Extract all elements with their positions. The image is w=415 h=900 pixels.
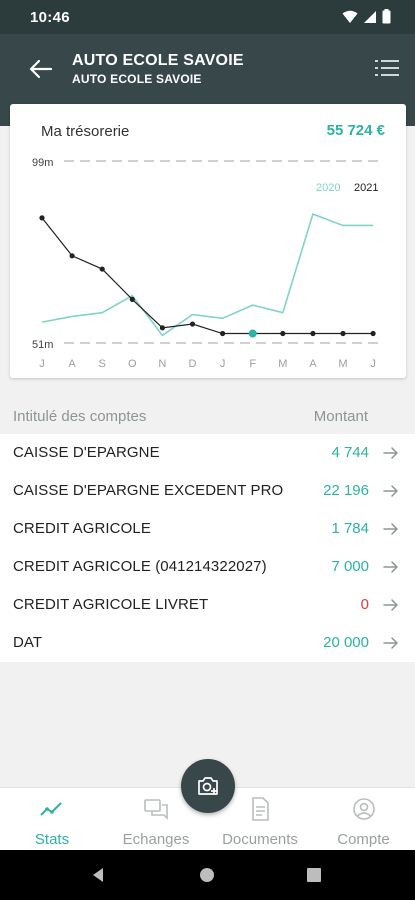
wifi-icon — [342, 10, 358, 23]
y-tick-label-min: 51m — [32, 339, 53, 351]
account-icon — [352, 798, 375, 820]
page-subtitle: AUTO ECOLE SAVOIE — [72, 72, 202, 86]
series-line-2020 — [41, 213, 374, 337]
data-point — [99, 266, 105, 272]
data-point — [280, 330, 286, 337]
account-amount: 7 000 — [331, 558, 369, 575]
app-header: AUTO ECOLE SAVOIE AUTO ECOLE SAVOIE — [0, 34, 415, 104]
x-tick-label: M — [278, 358, 287, 370]
account-name: CAISSE D'EPARGNE — [13, 444, 160, 461]
chevron-right-icon — [383, 561, 398, 573]
data-point — [69, 253, 75, 259]
data-point — [340, 330, 346, 337]
account-name: CAISSE D'EPARGNE EXCEDENT PRO — [13, 482, 284, 499]
nav-label-stats: Stats — [34, 831, 70, 848]
signal-icon — [364, 10, 376, 23]
treasury-card[interactable]: Ma trésorerie 55 724 € 99m 51m J A S O N D J F M A M… — [10, 104, 406, 378]
page-title: AUTO ECOLE SAVOIE — [72, 52, 244, 69]
data-point — [159, 325, 165, 331]
chevron-right-icon — [383, 637, 398, 649]
document-icon — [252, 797, 269, 821]
treasury-chart[interactable]: 99m 51m J A S O N D J F M A M J 2020 2021 — [10, 104, 406, 378]
nav-item-stats[interactable]: Stats — [0, 788, 104, 851]
account-amount: 22 196 — [323, 482, 369, 499]
nav-label-compte: Compte — [337, 831, 390, 848]
x-tick-label: A — [68, 358, 76, 370]
camera-add-icon — [198, 777, 218, 795]
account-amount: 0 — [360, 596, 369, 613]
status-bar: 10:46 — [0, 0, 415, 34]
status-icons — [342, 9, 391, 24]
account-amount: 1 784 — [331, 520, 369, 537]
system-recents-icon[interactable] — [307, 868, 321, 882]
account-row[interactable]: CREDIT AGRICOLE 1 784 — [0, 510, 415, 548]
account-row[interactable]: CREDIT AGRICOLE LIVRET 0 — [0, 586, 415, 624]
chat-icon — [144, 799, 168, 820]
chevron-right-icon — [383, 599, 398, 611]
data-point — [220, 330, 226, 337]
system-home-icon[interactable] — [199, 867, 215, 883]
account-name: DAT — [13, 634, 43, 651]
account-row[interactable]: CAISSE D'EPARGNE 4 744 — [0, 434, 415, 472]
account-row[interactable]: DAT 20 000 — [0, 624, 415, 662]
x-tick-label: F — [249, 358, 256, 370]
legend-2021: 2021 — [354, 182, 378, 194]
x-tick-label: N — [158, 358, 166, 370]
data-point — [310, 330, 316, 337]
data-point — [370, 330, 376, 337]
back-arrow-icon[interactable] — [26, 54, 56, 84]
y-tick-label-max: 99m — [32, 157, 53, 169]
chevron-right-icon — [383, 447, 398, 459]
x-tick-label: J — [39, 358, 45, 370]
account-row[interactable]: CAISSE D'EPARGNE EXCEDENT PRO 22 196 — [0, 472, 415, 510]
account-name: CREDIT AGRICOLE (041214322027) — [13, 558, 267, 575]
accounts-header: Intitulé des comptes Montant — [0, 396, 415, 436]
x-tick-label: A — [309, 358, 317, 370]
chevron-right-icon — [383, 485, 398, 497]
account-name: CREDIT AGRICOLE LIVRET — [13, 596, 209, 613]
stats-icon — [40, 802, 62, 816]
x-tick-label: J — [220, 358, 226, 370]
data-point-highlight — [248, 329, 257, 338]
accounts-header-label: Intitulé des comptes — [13, 408, 147, 425]
x-tick-label: M — [338, 358, 347, 370]
camera-fab-button[interactable] — [181, 759, 235, 813]
nav-label-echanges: Echanges — [122, 831, 190, 848]
account-row[interactable]: CREDIT AGRICOLE (041214322027) 7 000 — [0, 548, 415, 586]
legend-2020: 2020 — [316, 182, 340, 194]
x-tick-label: S — [99, 358, 106, 370]
x-tick-label: O — [128, 358, 137, 370]
account-name: CREDIT AGRICOLE — [13, 520, 151, 537]
x-tick-label: J — [370, 358, 376, 370]
data-point — [39, 215, 45, 221]
data-point — [189, 321, 196, 327]
nav-item-compte[interactable]: Compte — [312, 788, 415, 851]
x-tick-label: D — [189, 358, 197, 370]
account-amount: 4 744 — [331, 444, 369, 461]
status-time: 10:46 — [30, 9, 70, 26]
battery-icon — [382, 9, 391, 24]
system-nav-bar — [0, 850, 415, 900]
chevron-right-icon — [383, 523, 398, 535]
accounts-list: CAISSE D'EPARGNE 4 744 CAISSE D'EPARGNE EX… — [0, 434, 415, 662]
accounts-header-amount: Montant — [313, 408, 368, 425]
account-amount: 20 000 — [323, 634, 369, 651]
data-point — [129, 296, 135, 302]
nav-label-documents: Documents — [222, 831, 298, 848]
list-menu-icon[interactable] — [373, 54, 401, 82]
system-back-icon[interactable] — [90, 867, 106, 883]
